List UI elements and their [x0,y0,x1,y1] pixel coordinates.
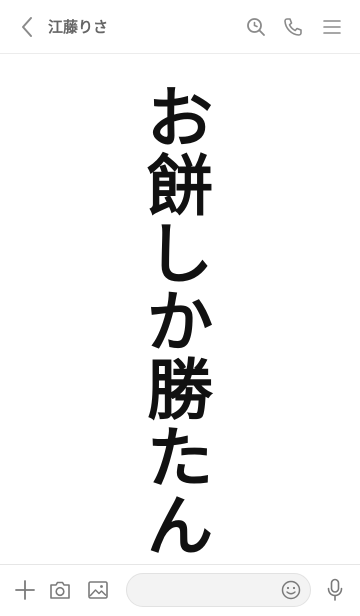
message-character: 勝 [147,351,213,429]
add-button[interactable] [11,576,39,604]
microphone-icon [327,578,343,601]
message-character: お [147,79,213,157]
call-button[interactable] [280,14,306,40]
voice-button[interactable] [321,576,349,604]
plus-icon [15,580,35,600]
message-character: し [147,215,213,293]
chat-body: お 餅 し か 勝 た ん [0,54,360,564]
chat-header: 江藤りさ [0,0,360,54]
chevron-left-icon [22,17,32,37]
message-character: ん [147,487,213,565]
back-button[interactable] [14,14,40,40]
chat-screen: 江藤りさ お 餅 し か 勝 た ん [0,0,360,616]
emoji-button[interactable] [280,579,302,601]
emoji-icon [281,580,301,600]
menu-icon [323,20,341,34]
message-character: 餅 [147,147,213,225]
menu-button[interactable] [319,14,345,40]
image-icon [88,581,108,599]
image-button[interactable] [84,576,112,604]
search-button[interactable] [243,14,269,40]
camera-button[interactable] [46,576,74,604]
phone-icon [284,18,302,36]
search-icon [247,18,265,36]
vertical-message-text: お 餅 し か 勝 た ん [0,84,360,560]
chat-title: 江藤りさ [48,18,109,36]
chat-input-bar [0,564,360,616]
camera-icon [50,581,70,599]
message-input[interactable] [126,573,311,607]
message-character: か [147,283,213,361]
message-character: た [147,419,213,497]
